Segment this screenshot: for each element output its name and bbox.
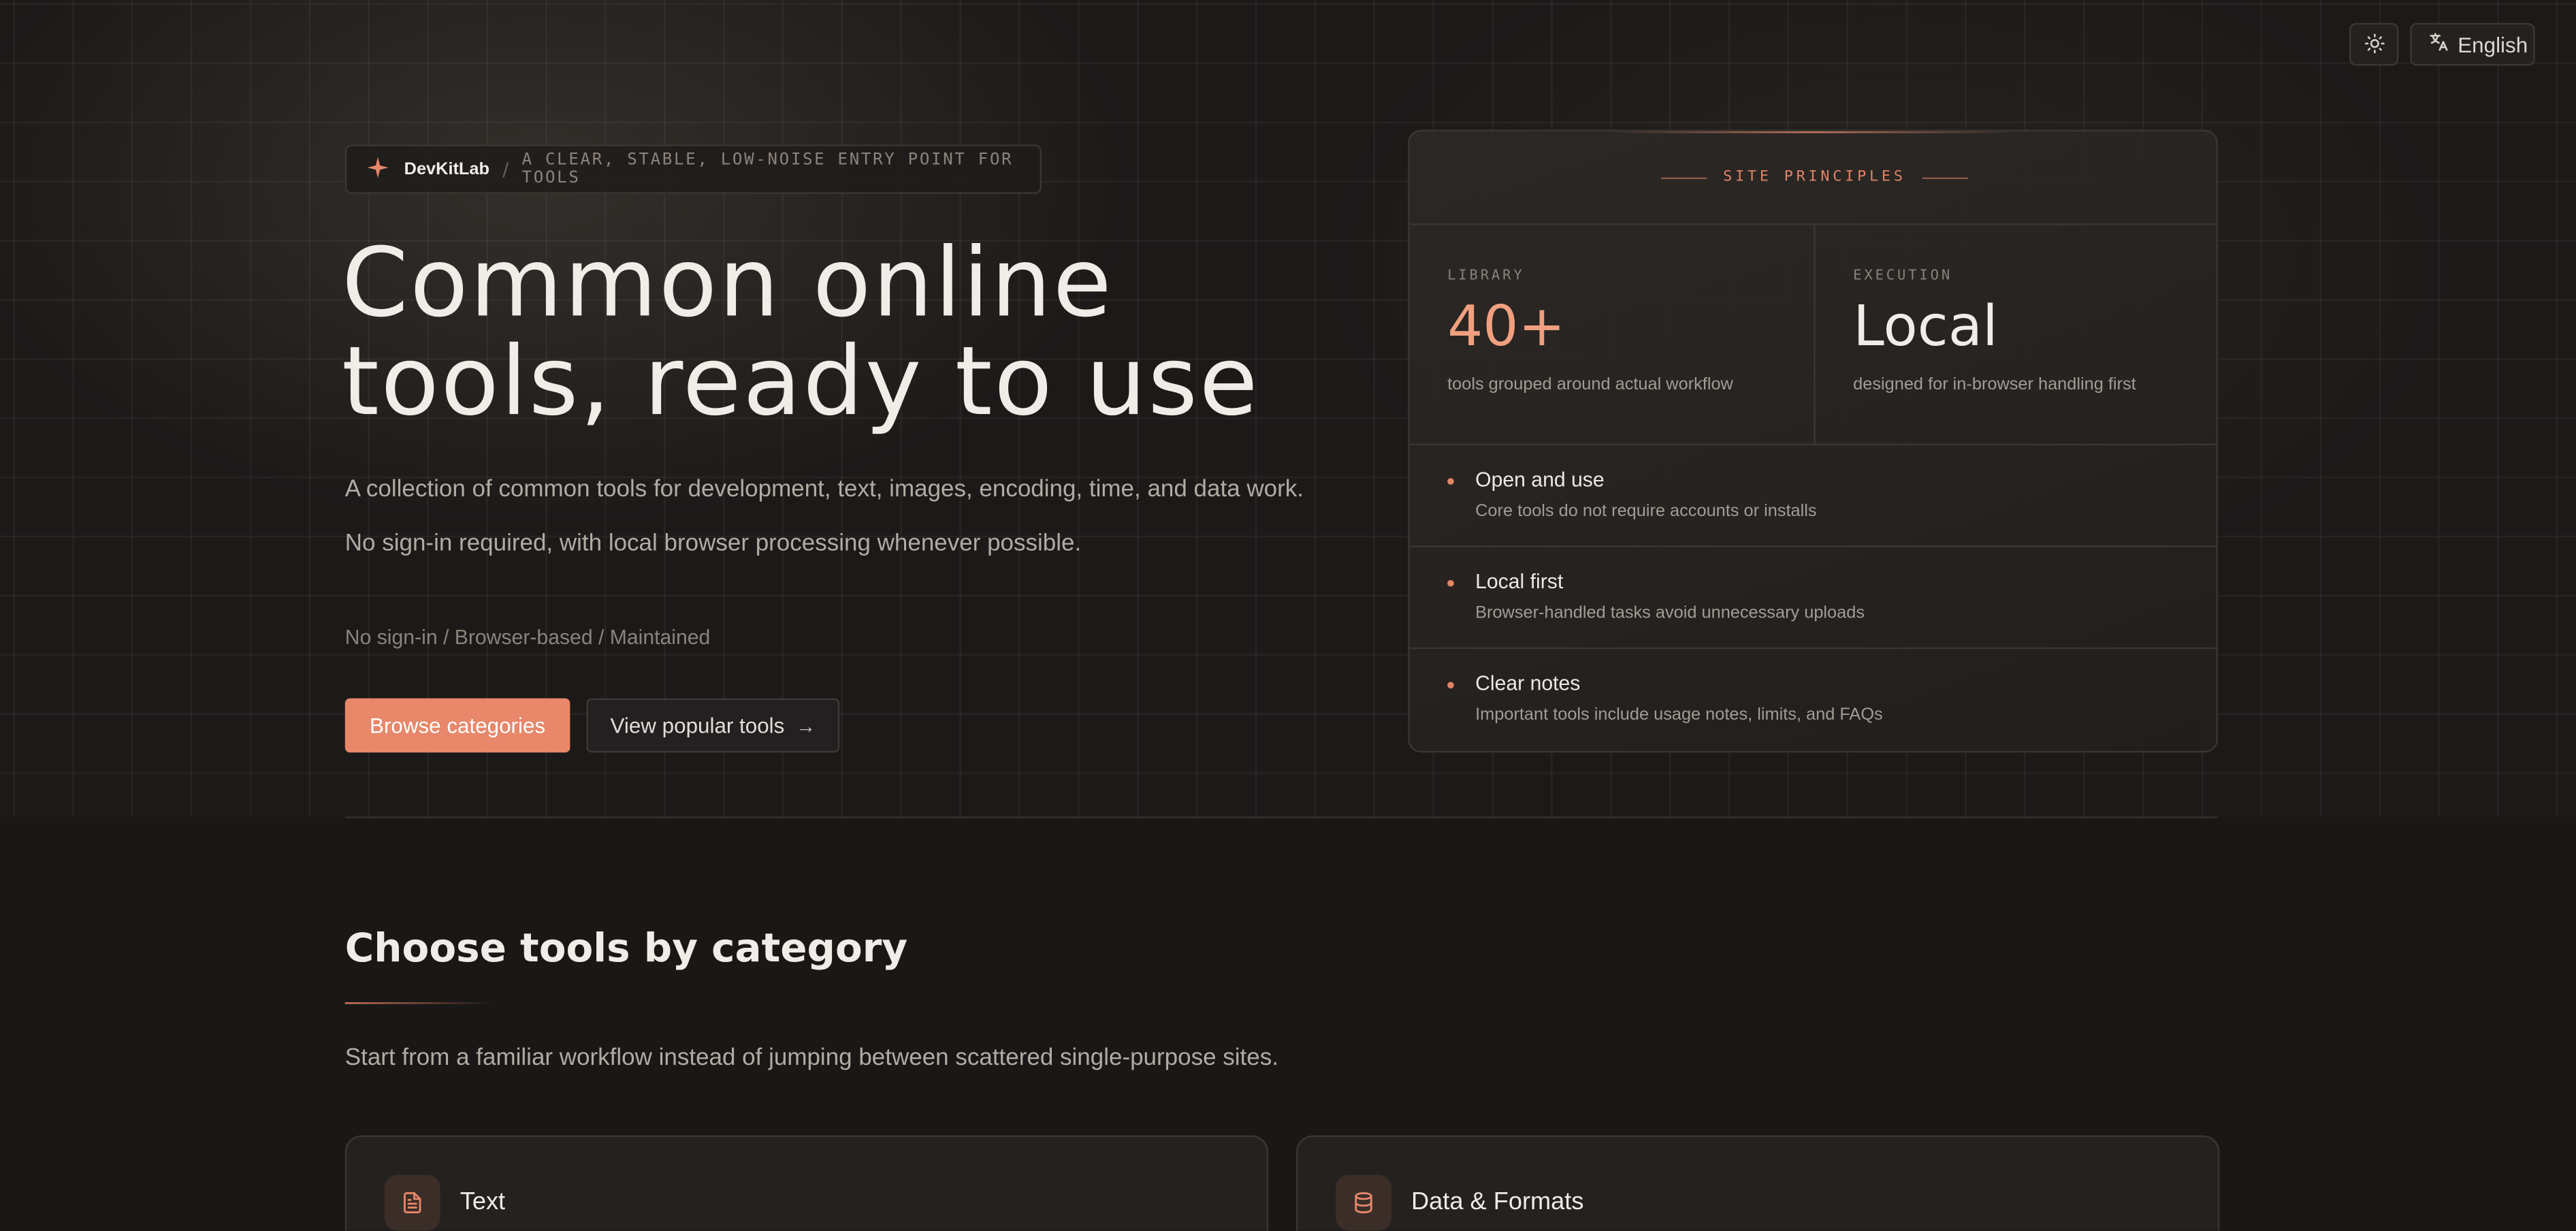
card-header-label: SITE PRINCIPLES: [1723, 169, 1906, 186]
bullet-dot-icon: [1447, 579, 1454, 587]
principle-title: Local first: [1475, 570, 1564, 594]
stat-label: LIBRARY: [1447, 268, 1525, 285]
language-button[interactable]: English: [2410, 22, 2535, 66]
document-icon: [384, 1174, 440, 1231]
view-popular-tools-button[interactable]: View popular tools →: [586, 698, 840, 753]
principle-item: Local first Browser-handled tasks avoid …: [1409, 547, 2217, 650]
site-principles-card: SITE PRINCIPLES LIBRARY 40+ tools groupe…: [1408, 129, 2218, 753]
brand-pill: DevKitLab / A CLEAR, STABLE, LOW-NOISE E…: [344, 144, 1042, 194]
card-header: SITE PRINCIPLES: [1409, 131, 2217, 225]
arrow-right-icon: →: [796, 714, 816, 737]
header-rule-left: [1660, 176, 1707, 178]
browse-categories-label: Browse categories: [370, 713, 546, 738]
hero-divider: [344, 816, 2218, 818]
bullet-dot-icon: [1447, 682, 1454, 689]
category-title: Text: [460, 1187, 506, 1216]
stat-value: 40+: [1447, 293, 1566, 360]
brand-tagline: A CLEAR, STABLE, LOW-NOISE ENTRY POINT F…: [521, 151, 1014, 188]
stat-execution: EXECUTION Local designed for in-browser …: [1814, 225, 2217, 445]
sparkle-logo-icon: [366, 154, 389, 185]
database-icon: [1335, 1174, 1392, 1231]
theme-toggle-button[interactable]: [2349, 22, 2399, 66]
hero-title-line-2: tools, ready to use: [341, 325, 1260, 437]
principle-title: Open and use: [1475, 468, 1605, 492]
principle-title: Clear notes: [1475, 672, 1581, 695]
language-label: English: [2458, 32, 2528, 57]
hero-title: Common online tools, ready to use: [342, 234, 1393, 431]
principle-description: Important tools include usage notes, lim…: [1475, 705, 1883, 725]
hero-title-line-1: Common online: [341, 227, 1114, 339]
category-card-data-formats[interactable]: Data & Formats: [1296, 1135, 2220, 1231]
translate-icon: [2428, 31, 2449, 58]
principle-description: Core tools do not require accounts or in…: [1475, 501, 1817, 522]
bullet-dot-icon: [1447, 478, 1454, 485]
category-card-text[interactable]: Text: [344, 1135, 1269, 1231]
sun-icon: [2363, 29, 2384, 60]
categories-description: Start from a familiar workflow instead o…: [344, 1044, 1278, 1072]
category-title: Data & Formats: [1411, 1187, 1584, 1216]
hero-description-line-2: No sign-in required, with local browser …: [344, 530, 1082, 558]
categories-title-underline: [344, 1002, 493, 1004]
page: English DevKitLab / A CLEAR, STABLE, LOW…: [0, 0, 2576, 1231]
stat-value: Local: [1853, 293, 1998, 360]
browse-categories-button[interactable]: Browse categories: [344, 698, 570, 753]
hero-meta: No sign-in / Browser-based / Maintained: [344, 626, 711, 650]
brand-name: DevKitLab: [404, 159, 490, 180]
stat-label: EXECUTION: [1853, 268, 1953, 285]
principle-description: Browser-handled tasks avoid unnecessary …: [1475, 603, 1865, 623]
stat-library: LIBRARY 40+ tools grouped around actual …: [1409, 225, 1814, 445]
stat-description: designed for in-browser handling first: [1853, 374, 2136, 395]
principle-item: Open and use Core tools do not require a…: [1409, 445, 2217, 547]
brand-separator: /: [502, 158, 509, 180]
header-rule-right: [1922, 176, 1969, 178]
stat-description: tools grouped around actual workflow: [1447, 374, 1733, 395]
view-popular-tools-label: View popular tools: [610, 713, 785, 738]
hero-description-line-1: A collection of common tools for develop…: [344, 476, 1304, 503]
categories-title: Choose tools by category: [344, 925, 908, 972]
principle-item: Clear notes Important tools include usag…: [1410, 649, 2217, 751]
